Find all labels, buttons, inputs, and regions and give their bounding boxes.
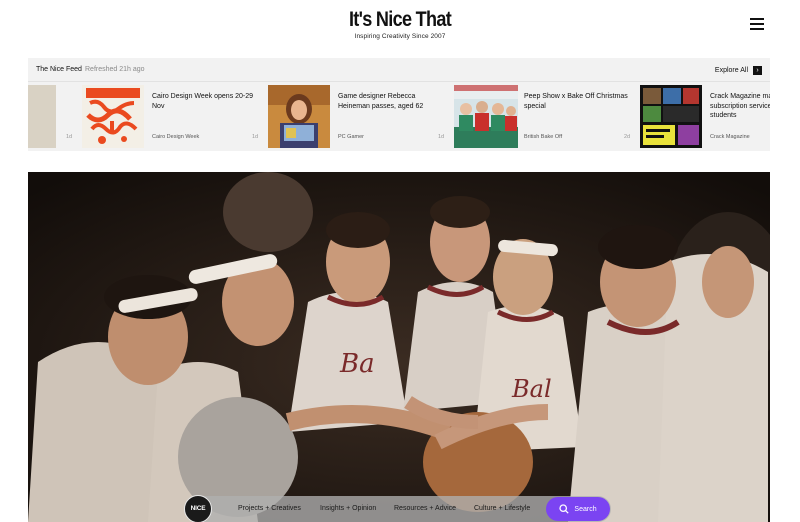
feed-item-source: PC Gamer <box>338 134 364 140</box>
feed-refreshed-time: Refreshed 21h ago <box>85 66 145 73</box>
feed-item-source: British Bake Off <box>524 134 563 140</box>
search-icon <box>559 504 570 514</box>
nav-link-resources-advice[interactable]: Resources + Advice <box>394 505 456 512</box>
nav-link-insights-opinion[interactable]: Insights + Opinion <box>320 505 376 512</box>
hamburger-menu-icon[interactable] <box>750 18 764 30</box>
feed-item-age: 1d <box>66 134 73 140</box>
feed-item-source: Cairo Design Week <box>152 134 200 140</box>
feed-header: The Nice Feed Refreshed 21h ago Explore … <box>28 58 770 82</box>
explore-all-link[interactable]: Explore All › <box>715 64 762 76</box>
hero-photo: Ba Bal <box>28 172 770 522</box>
feed-item[interactable]: Game designer Rebecca Heineman passes, a… <box>268 82 448 151</box>
feed-item-source: Crack Magazine <box>710 134 750 140</box>
feed-item-age: 1d <box>438 134 445 140</box>
feed-item[interactable]: Cairo Design Week opens 20-29 Nov Cairo … <box>82 82 262 151</box>
feed-item-thumbnail <box>28 85 56 148</box>
search-button[interactable]: Search <box>546 497 610 521</box>
site-header: It's Nice That Inspiring Creativity Sinc… <box>0 0 800 56</box>
nav-link-culture-lifestyle[interactable]: Culture + Lifestyle <box>474 505 530 512</box>
feed-item-thumbnail <box>268 85 330 148</box>
explore-all-label: Explore All <box>714 66 748 74</box>
feed-item-title: Crack Magazine makes subscription servic… <box>710 93 770 119</box>
nice-feed: The Nice Feed Refreshed 21h ago Explore … <box>28 58 770 151</box>
nav-link-projects-creatives[interactable]: Projects + Creatives <box>238 505 301 512</box>
feed-item[interactable]: Peep Show x Bake Off Christmas special B… <box>454 82 634 151</box>
feed-item[interactable]: Crack Magazine makes subscription servic… <box>640 82 770 151</box>
site-logo[interactable]: It's Nice That <box>56 8 744 32</box>
svg-text:Ba: Ba <box>339 349 375 379</box>
nav-logo-badge[interactable]: NICE <box>184 495 212 522</box>
feed-item-age: 2d <box>624 134 631 140</box>
search-label: Search <box>574 505 597 513</box>
feed-item-thumbnail <box>454 85 518 148</box>
feed-item-title: Game designer Rebecca Heineman passes, a… <box>338 93 424 110</box>
hero-image[interactable]: Ba Bal <box>28 172 770 522</box>
svg-text:Bal: Bal <box>511 375 552 403</box>
feed-title: The Nice Feed <box>36 66 82 73</box>
feed-item-title: Peep Show x Bake Off Christmas special <box>524 93 628 110</box>
feed-item-thumbnail <box>82 85 144 148</box>
feed-item-age: 1d <box>252 134 259 140</box>
bottom-nav: NICE Projects + Creatives Insights + Opi… <box>184 495 611 522</box>
site-tagline: Inspiring Creativity Since 2007 <box>354 33 446 40</box>
arrow-right-icon: › <box>753 65 762 75</box>
feed-item-thumbnail <box>640 85 702 148</box>
feed-item-title: Cairo Design Week opens 20-29 Nov <box>152 93 254 110</box>
feed-items: w 1d Cairo Design Week opens 20-29 Nov C… <box>28 82 770 151</box>
